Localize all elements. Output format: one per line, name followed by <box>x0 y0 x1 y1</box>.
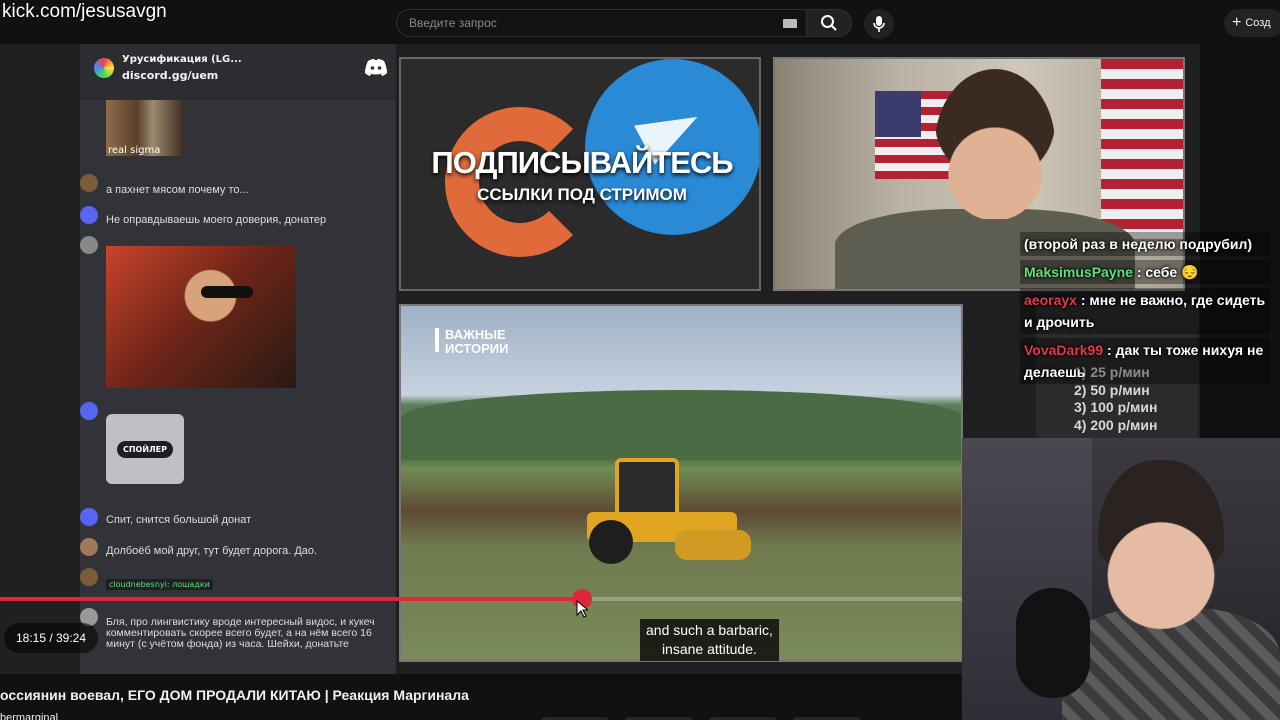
discord-logo-icon <box>365 59 387 76</box>
chat-username: VovaDark99 <box>1024 342 1104 358</box>
time-display: 18:15 / 39:24 <box>4 623 98 653</box>
brand-line-2: ИСТОРИИ <box>445 341 509 356</box>
flag-canton <box>875 91 921 137</box>
chat-message: aeorayx : мне не важно, где сидеть и дро… <box>1020 288 1270 334</box>
avatar <box>80 508 98 526</box>
message-text: Спит, снится большой донат <box>106 514 252 526</box>
price-item: 3) 100 р/мин <box>1074 399 1158 415</box>
subtitle-line-2: insane attitude. <box>661 641 757 657</box>
action-buttons <box>540 712 960 720</box>
streamer-webcam <box>962 438 1280 720</box>
news-video[interactable]: ВАЖНЫЕ ИСТОРИИ <box>399 304 963 662</box>
chat-message: (второй раз в неделю подрубил) <box>1020 232 1270 256</box>
chat-text: : себе 😔 <box>1136 264 1199 280</box>
chat-username: aeorayx <box>1024 292 1077 308</box>
news-brand: ВАЖНЫЕ ИСТОРИИ <box>445 328 509 356</box>
discord-header: Урусификация (LG... discord.gg/uem <box>80 44 396 100</box>
meme-image: real sigma <box>106 100 184 156</box>
server-icon <box>94 58 114 78</box>
spoiler-label: СПОЙЛЕР <box>116 440 174 458</box>
search-input[interactable]: Введите запрос <box>396 9 812 37</box>
chat-username: MaksimusPayne <box>1024 264 1133 280</box>
message-text: а пахнет мясом почему то... <box>106 184 249 196</box>
search-button[interactable] <box>806 9 852 37</box>
video-title: оссиянин воевал, ЕГО ДОМ ПРОДАЛИ КИТАЮ |… <box>0 687 469 703</box>
avatar <box>80 402 98 420</box>
avatar <box>80 568 98 586</box>
nickname-tag: cloudnebesnyi: лошадки <box>106 579 213 590</box>
sunglasses <box>201 286 253 298</box>
brand-mark <box>435 328 439 352</box>
message-text: Бля, про лингвистику вроде интересный ви… <box>106 616 375 650</box>
create-label: Созд <box>1245 17 1271 29</box>
keyboard-icon[interactable] <box>783 19 797 28</box>
hills <box>401 390 961 460</box>
stream-chat: (второй раз в неделю подрубил) MaksimusP… <box>1020 232 1270 388</box>
attached-photo <box>106 246 296 388</box>
price-item: 4) 200 р/мин <box>1074 416 1158 433</box>
subtitle-line-1: and such a barbaric, <box>646 622 773 638</box>
message-text: Долбоёб мой друг, тут будет дорога. Дао. <box>106 545 318 557</box>
promo-subline: ССЫЛКИ ПОД СТРИМОМ <box>477 185 687 204</box>
spoiler-button[interactable]: СПОЙЛЕР <box>106 414 184 484</box>
avatar <box>80 206 98 224</box>
search-placeholder: Введите запрос <box>409 16 497 30</box>
avatar <box>80 236 98 254</box>
guest-face <box>935 69 1055 219</box>
message-text: Не оправдываешь моего доверия, донатер <box>106 214 327 226</box>
chat-message: MaksimusPayne : себе 😔 <box>1020 260 1270 284</box>
streamer-face <box>1098 460 1224 630</box>
avatar <box>80 174 98 192</box>
server-invite: discord.gg/uem <box>122 69 219 82</box>
promo-headline: ПОДПИСЫВАЙТЕСЬ <box>431 145 733 180</box>
channel-name[interactable]: bermarginal <box>0 712 58 720</box>
plus-icon: + <box>1232 14 1242 31</box>
discord-panel: Урусификация (LG... discord.gg/uem real … <box>80 44 396 674</box>
chat-message: VovaDark99 : дак ты тоже нихуя не делаеш… <box>1020 338 1270 384</box>
us-flag-right <box>1101 59 1183 239</box>
progress-fill <box>0 597 578 601</box>
microphone-icon <box>873 16 885 32</box>
brand-line-1: ВАЖНЫЕ <box>445 327 506 342</box>
server-name: Урусификация (LG... <box>122 54 242 65</box>
microphone <box>1016 588 1090 698</box>
search-icon <box>821 15 837 31</box>
voice-search-button[interactable] <box>864 9 894 39</box>
patreon-logo <box>445 107 595 257</box>
left-background <box>0 44 80 674</box>
stream-url-overlay: kick.com/jesusavgn <box>2 1 167 22</box>
chat-text: (второй раз в неделю подрубил) <box>1024 236 1253 252</box>
image-caption: real sigma <box>108 145 161 156</box>
subtitle-box: and such a barbaric, insane attitude. <box>640 619 779 661</box>
mouse-cursor-icon <box>576 600 588 618</box>
create-button[interactable]: + Созд <box>1224 9 1280 37</box>
progress-bar[interactable] <box>0 597 962 601</box>
avatar <box>80 538 98 556</box>
promo-banner: ПОДПИСЫВАЙТЕСЬ ССЫЛКИ ПОД СТРИМОМ <box>399 57 761 291</box>
road-roller <box>587 458 751 564</box>
